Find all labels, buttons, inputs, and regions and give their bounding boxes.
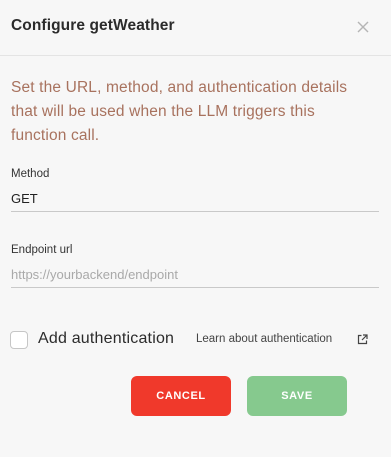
- endpoint-underline: [11, 287, 379, 288]
- method-label: Method: [11, 168, 50, 180]
- method-select[interactable]: GET: [11, 191, 38, 206]
- dialog-header: Configure getWeather: [0, 0, 391, 56]
- external-link-icon[interactable]: [357, 334, 368, 345]
- close-button[interactable]: [354, 18, 372, 36]
- dialog-description: Set the URL, method, and authentication …: [11, 79, 348, 144]
- save-button[interactable]: SAVE: [247, 376, 347, 416]
- method-underline: [11, 211, 379, 212]
- configure-function-dialog: Configure getWeather Set the URL, method…: [0, 0, 391, 457]
- add-authentication-checkbox[interactable]: [10, 331, 28, 349]
- dialog-title: Configure getWeather: [11, 17, 175, 34]
- endpoint-url-input[interactable]: [11, 263, 379, 285]
- learn-about-authentication-link[interactable]: Learn about authentication: [196, 333, 332, 345]
- endpoint-url-label: Endpoint url: [11, 244, 73, 256]
- cancel-button[interactable]: CANCEL: [131, 376, 231, 416]
- close-icon: [357, 21, 369, 33]
- add-authentication-label[interactable]: Add authentication: [38, 330, 174, 348]
